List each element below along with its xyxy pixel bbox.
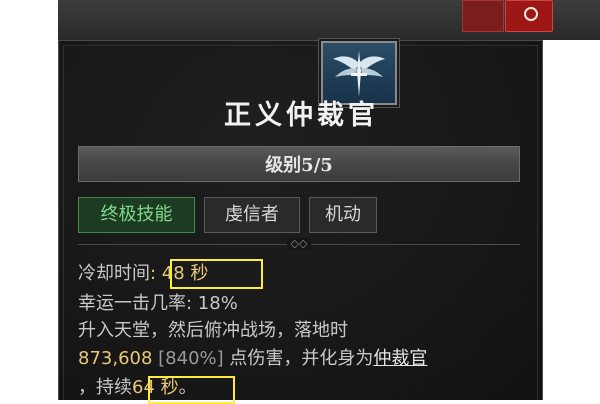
top-right-button[interactable]	[505, 0, 553, 32]
cooldown-label: 冷却时间	[78, 263, 150, 284]
skill-level-text: 级别5/5	[265, 155, 333, 176]
damage-percent: [840%]	[152, 348, 224, 369]
lucky-hit-label: 幸运一击几率	[78, 293, 186, 314]
description-line-1: 升入天堂，然后俯冲战场，落地时	[78, 320, 348, 341]
highlight-box-cooldown	[170, 259, 263, 289]
damage-value: 873,608	[78, 348, 153, 369]
description-line-2: 873,608 [840%] 点伤害，并化身为仲裁官	[78, 346, 427, 372]
lucky-hit-line: 幸运一击几率: 18%	[78, 291, 238, 317]
skill-name: 正义仲裁官	[224, 100, 379, 131]
tag-ultimate: 终极技能	[78, 197, 195, 233]
lucky-hit-value: : 18%	[186, 293, 238, 314]
background-panel	[462, 0, 504, 32]
tag-mobility: 机动	[309, 197, 377, 233]
description-text: 点伤害，并化身为	[223, 348, 374, 369]
duration-prefix: ，持续	[78, 377, 132, 398]
tag-zealot: 虔信者	[204, 197, 300, 233]
divider-ornament-icon: ◇◇	[287, 238, 311, 250]
settings-icon	[524, 7, 538, 21]
skill-level-bar: 级别5/5	[78, 146, 520, 182]
arbiter-form-link[interactable]: 仲裁官	[373, 348, 427, 369]
